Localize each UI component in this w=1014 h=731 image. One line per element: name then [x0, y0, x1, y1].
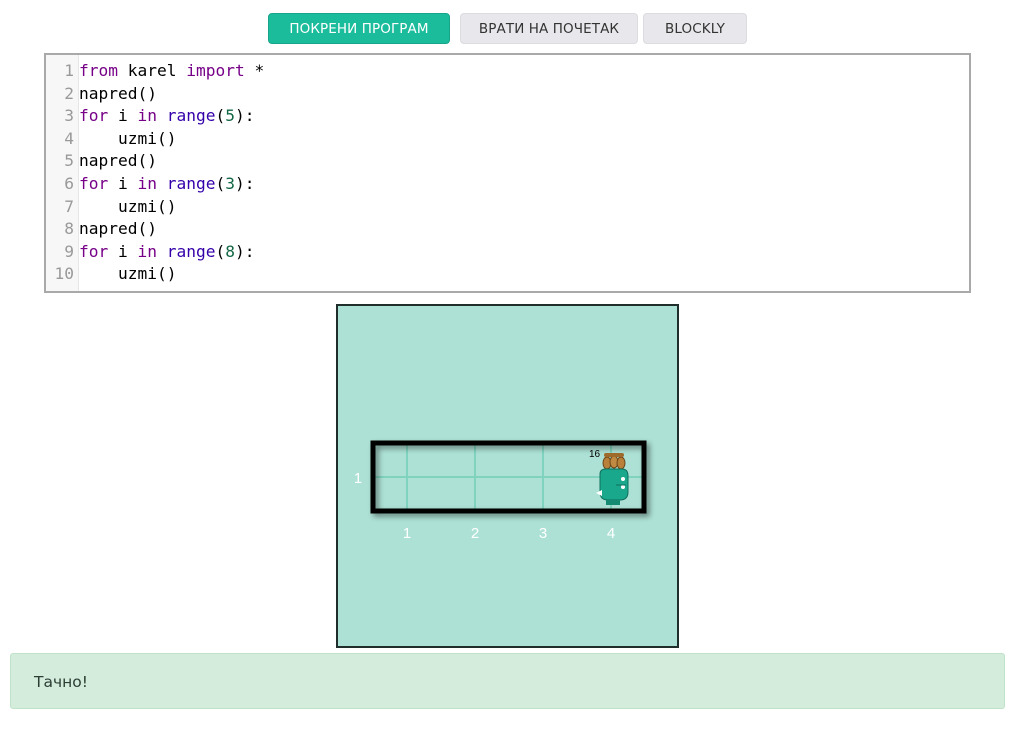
code-token: range [166, 241, 216, 261]
karel-world: 1 1 2 3 4 16 [336, 304, 679, 648]
code-text: napred() [79, 150, 157, 173]
line-number: 3 [64, 106, 74, 126]
code-line[interactable]: 7 uzmi() [46, 196, 969, 219]
code-line[interactable]: 3 for i in range(5): [46, 105, 969, 128]
code-token: * [244, 61, 265, 80]
line-number: 7 [64, 196, 74, 216]
run-program-button[interactable]: ПОКРЕНИ ПРОГРАМ [268, 13, 450, 44]
code-token: ( [215, 106, 226, 126]
line-number: 9 [64, 241, 74, 261]
result-message-box: Тачно! [10, 653, 1005, 709]
result-message: Тачно! [34, 673, 88, 691]
line-number: 1 [64, 61, 74, 80]
code-line[interactable]: 10 uzmi() [46, 263, 969, 286]
code-line[interactable]: 5 napred() [46, 150, 969, 173]
code-token: for [79, 241, 109, 261]
code-token: ): [234, 106, 255, 126]
line-number: 8 [64, 219, 74, 239]
column-label: 3 [539, 525, 547, 542]
karel-world-canvas: 1 1 2 3 4 16 [354, 440, 647, 542]
code-text: uzmi() [79, 128, 177, 151]
line-number: 6 [64, 174, 74, 193]
code-line[interactable]: 8 napred() [46, 218, 969, 241]
code-token: for [79, 106, 109, 126]
code-token: ( [215, 174, 226, 193]
code-token: from [79, 61, 118, 80]
code-token: i [108, 241, 138, 261]
reset-button[interactable]: ВРАТИ НА ПОЧЕТАК [460, 13, 638, 44]
code-line[interactable]: 9 for i in range(8): [46, 241, 969, 264]
code-token: uzmi() [79, 196, 177, 216]
code-token: import [186, 61, 245, 80]
code-token: in [137, 174, 158, 193]
code-token: range [166, 106, 216, 126]
code-token: i [108, 106, 138, 126]
column-label: 1 [403, 525, 411, 542]
code-token: for [79, 174, 109, 193]
code-text: for i in range(5): [79, 105, 254, 128]
code-token: ): [234, 174, 255, 193]
code-line[interactable]: 1 from karel import * [46, 60, 969, 83]
code-text: for i in range(8): [79, 241, 254, 264]
line-number: 10 [54, 264, 75, 284]
code-token: napred() [79, 151, 157, 171]
code-editor[interactable]: 1 from karel import * 2 napred() 3 for i in r… [44, 53, 971, 293]
code-token: napred() [79, 219, 157, 239]
code-token: in [137, 241, 158, 261]
code-text: napred() [79, 83, 157, 106]
code-token: uzmi() [79, 128, 177, 148]
code-text: from karel import * [79, 60, 264, 83]
line-number: 2 [64, 83, 74, 103]
column-label: 2 [471, 525, 479, 542]
line-number: 4 [64, 128, 74, 148]
row-labels: 1 [354, 470, 362, 487]
code-token: ): [234, 241, 255, 261]
code-text: napred() [79, 218, 157, 241]
code-token: karel [117, 61, 187, 80]
ball-bag-icon [602, 453, 626, 470]
code-token: napred() [79, 83, 157, 103]
row-label: 1 [354, 470, 362, 487]
code-token: ( [215, 241, 226, 261]
code-token: range [166, 174, 216, 193]
code-token: 3 [225, 174, 235, 193]
code-text: uzmi() [79, 263, 177, 286]
code-text: uzmi() [79, 196, 177, 219]
code-line[interactable]: 6 for i in range(3): [46, 173, 969, 196]
column-labels: 1 2 3 4 [403, 525, 615, 542]
karel-robot-icon [596, 468, 629, 505]
blockly-button[interactable]: BLOCKLY [643, 13, 747, 44]
code-token: in [137, 106, 158, 126]
code-token: 5 [225, 106, 235, 126]
toolbar: ПОКРЕНИ ПРОГРАМ ВРАТИ НА ПОЧЕТАК BLOCKLY [0, 13, 1014, 45]
code-token: uzmi() [79, 264, 177, 284]
line-number: 5 [64, 151, 74, 171]
code-token: i [108, 174, 138, 193]
code-line[interactable]: 4 uzmi() [46, 128, 969, 151]
code-line[interactable]: 2 napred() [46, 83, 969, 106]
ball-count: 16 [589, 449, 601, 460]
code-token: 8 [225, 241, 235, 261]
code-text: for i in range(3): [79, 173, 254, 196]
column-label: 4 [607, 525, 615, 542]
